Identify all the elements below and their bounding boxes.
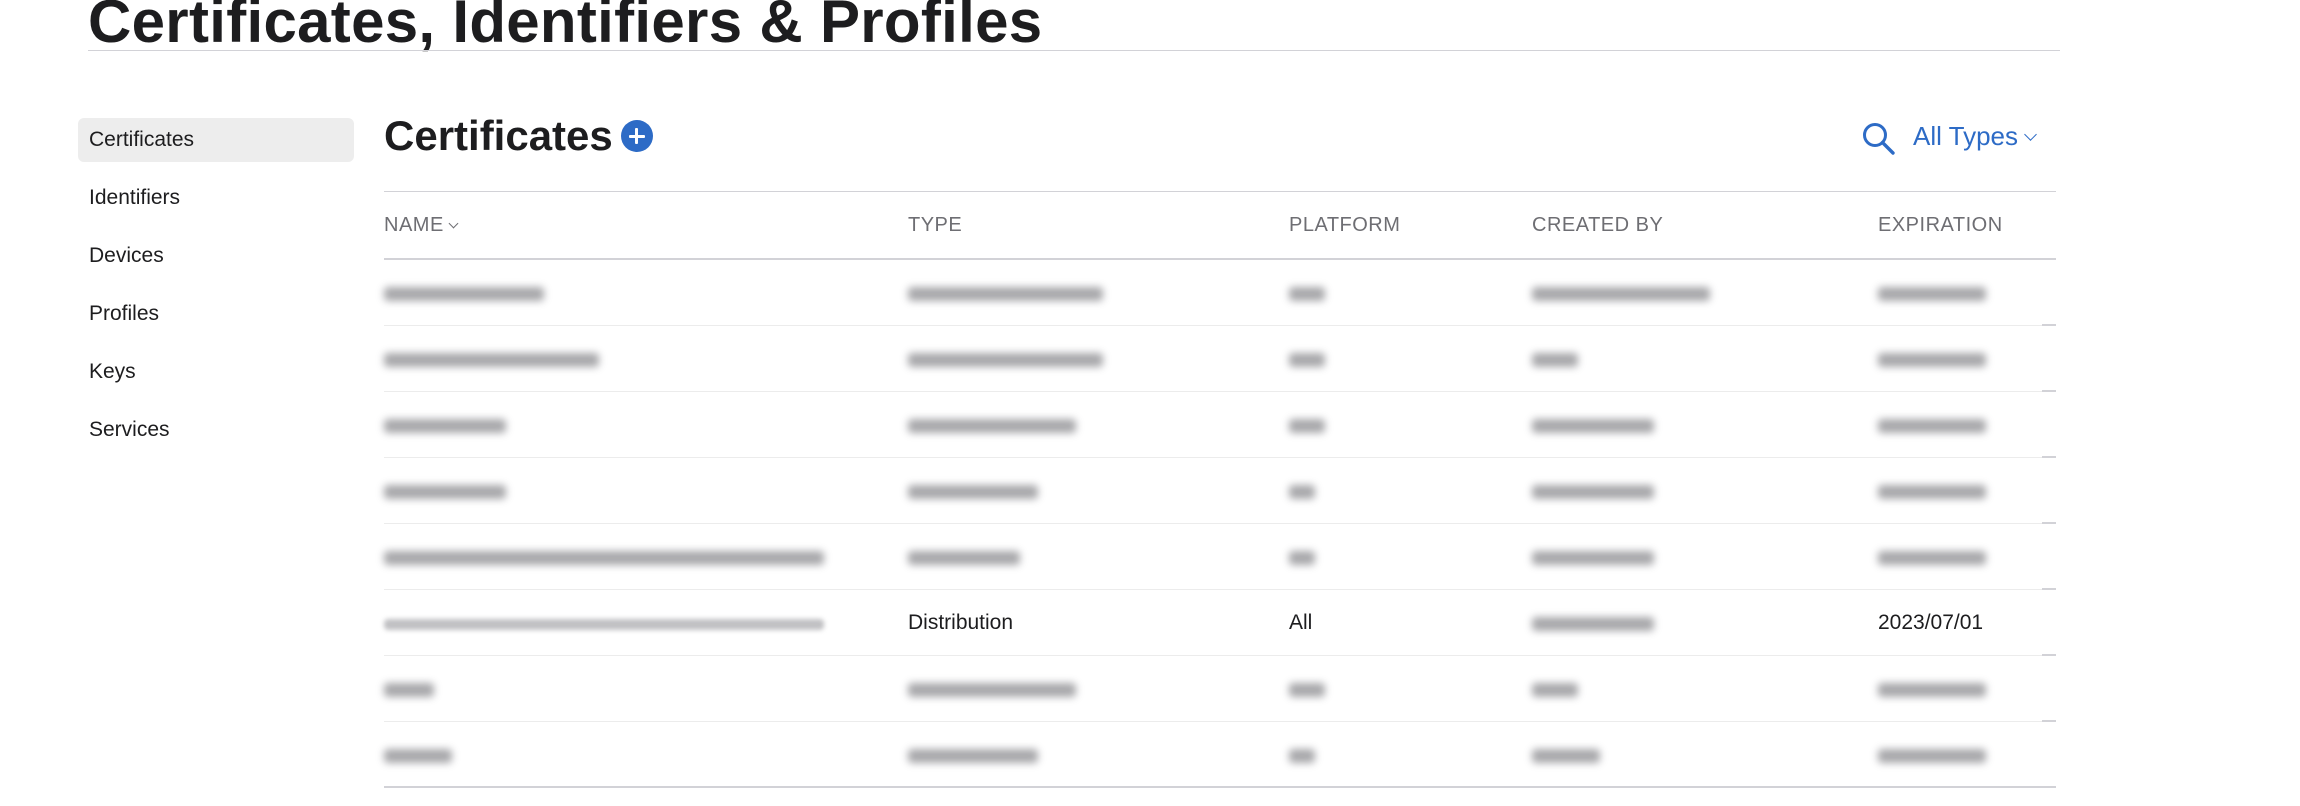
table-header: NAME TYPE PLATFORM CREATED BY EXPIRATION bbox=[384, 192, 2056, 260]
table-row[interactable] bbox=[384, 656, 2056, 722]
search-icon[interactable] bbox=[1860, 120, 1898, 158]
redacted-text bbox=[1532, 419, 1654, 433]
table-row[interactable]: Distribution All 2023/07/01 bbox=[384, 590, 2056, 656]
table-row[interactable] bbox=[384, 722, 2056, 788]
redacted-text bbox=[908, 287, 1103, 301]
search-icon-glyph bbox=[1863, 123, 1895, 155]
redacted-text bbox=[1532, 683, 1578, 697]
sidebar-item-keys[interactable]: Keys bbox=[78, 350, 354, 394]
redacted-text bbox=[908, 353, 1103, 367]
table-row[interactable] bbox=[384, 392, 2056, 458]
redacted-text bbox=[908, 419, 1076, 433]
redacted-text bbox=[1878, 551, 1986, 565]
plus-circle-icon[interactable] bbox=[620, 120, 653, 152]
redacted-text bbox=[384, 683, 434, 697]
column-header-expiration[interactable]: EXPIRATION bbox=[1878, 192, 2003, 258]
column-header-type[interactable]: TYPE bbox=[908, 192, 962, 258]
redacted-text bbox=[384, 749, 452, 763]
sidebar-item-identifiers[interactable]: Identifiers bbox=[78, 176, 354, 220]
section-title: Certificates bbox=[384, 112, 613, 159]
column-header-platform[interactable]: PLATFORM bbox=[1289, 192, 1400, 258]
redacted-text bbox=[384, 419, 506, 433]
redacted-text bbox=[1289, 749, 1315, 763]
redacted-text bbox=[384, 551, 824, 565]
sidebar: Certificates Identifiers Devices Profile… bbox=[78, 118, 354, 466]
redacted-text bbox=[1878, 749, 1986, 763]
table-row[interactable] bbox=[384, 458, 2056, 524]
redacted-text bbox=[384, 485, 506, 499]
table-row[interactable] bbox=[384, 260, 2056, 326]
chevron-down-icon bbox=[2024, 128, 2037, 141]
sidebar-item-profiles[interactable]: Profiles bbox=[78, 292, 354, 336]
title-divider bbox=[88, 50, 2060, 51]
redacted-text bbox=[908, 749, 1038, 763]
redacted-text bbox=[1878, 419, 1986, 433]
table-row[interactable] bbox=[384, 524, 2056, 590]
redacted-text bbox=[1289, 287, 1325, 301]
redacted-text bbox=[1878, 287, 1986, 301]
table-row[interactable] bbox=[384, 326, 2056, 392]
redacted-text bbox=[1532, 287, 1710, 301]
redacted-text bbox=[1289, 683, 1325, 697]
redacted-text bbox=[1878, 683, 1986, 697]
redacted-text bbox=[1878, 485, 1986, 499]
redacted-text bbox=[908, 485, 1038, 499]
certificate-type: Distribution bbox=[908, 611, 1014, 634]
certificate-expiration: 2023/07/01 bbox=[1878, 611, 1984, 634]
redacted-text bbox=[1289, 419, 1325, 433]
type-filter-label: All Types bbox=[1913, 121, 2019, 151]
sidebar-item-certificates[interactable]: Certificates bbox=[78, 118, 354, 162]
column-header-name[interactable]: NAME bbox=[384, 192, 459, 258]
redacted-text bbox=[1878, 353, 1986, 367]
redacted-text bbox=[1532, 353, 1578, 367]
sort-chevron-icon bbox=[448, 218, 459, 229]
redacted-text bbox=[908, 551, 1020, 565]
type-filter-dropdown[interactable]: All Types bbox=[1913, 118, 2037, 154]
redacted-text bbox=[1289, 485, 1315, 499]
sidebar-item-services[interactable]: Services bbox=[78, 408, 354, 452]
redacted-text bbox=[908, 683, 1076, 697]
redacted-text bbox=[384, 287, 544, 301]
redacted-text bbox=[384, 619, 824, 630]
sidebar-item-devices[interactable]: Devices bbox=[78, 234, 354, 278]
certificate-platform: All bbox=[1289, 611, 1313, 634]
redacted-text bbox=[1289, 551, 1315, 565]
section-header: Certificates bbox=[384, 108, 653, 164]
redacted-text bbox=[384, 353, 599, 367]
redacted-text bbox=[1532, 485, 1654, 499]
certificates-table: NAME TYPE PLATFORM CREATED BY EXPIRATION bbox=[384, 191, 2056, 788]
column-header-created-by[interactable]: CREATED BY bbox=[1532, 192, 1663, 258]
redacted-text bbox=[1532, 749, 1600, 763]
redacted-text bbox=[1532, 551, 1654, 565]
row-divider bbox=[384, 786, 2056, 788]
redacted-text bbox=[1532, 617, 1654, 631]
redacted-text bbox=[1289, 353, 1325, 367]
